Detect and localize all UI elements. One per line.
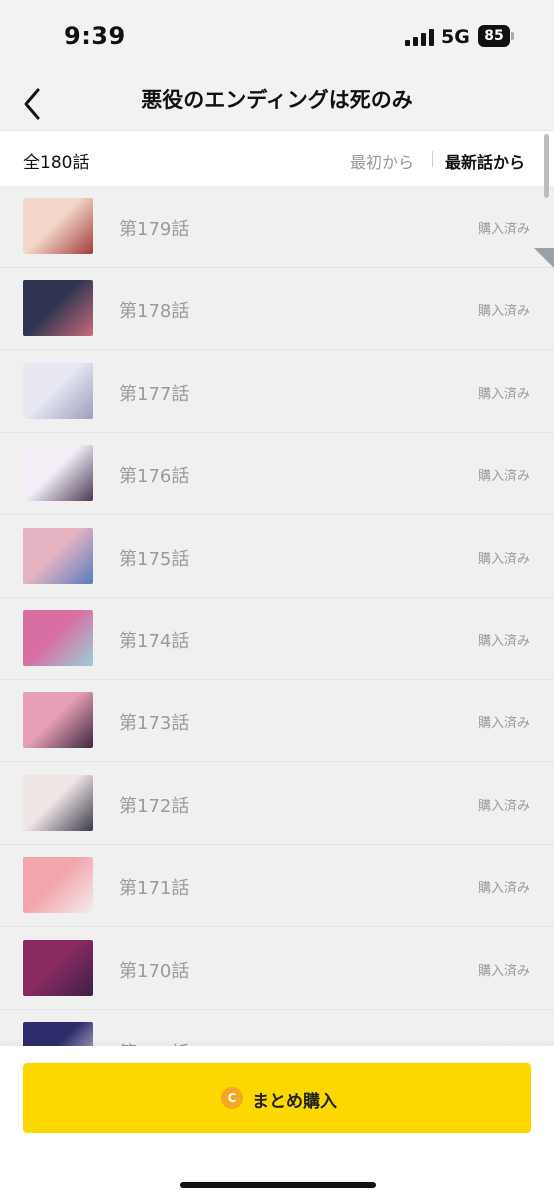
episode-row[interactable]: 第171話 購入済み bbox=[0, 845, 554, 928]
episode-row[interactable]: 第176話 購入済み bbox=[0, 433, 554, 516]
nav-bar: 悪役のエンディングは死のみ bbox=[0, 72, 554, 130]
episode-status: 購入済み bbox=[477, 634, 530, 649]
episode-row[interactable]: 第170話 購入済み bbox=[0, 927, 554, 1010]
episode-thumbnail bbox=[23, 362, 93, 419]
scrollbar[interactable] bbox=[544, 134, 549, 198]
episode-thumbnail bbox=[23, 692, 93, 749]
episode-row[interactable]: 第179話 購入済み bbox=[0, 186, 554, 268]
battery-level: 85 bbox=[478, 25, 510, 47]
episode-title: 第170話 bbox=[119, 960, 190, 982]
episode-status: 購入済み bbox=[477, 881, 530, 897]
episode-row[interactable]: 第173話 購入済み bbox=[0, 680, 554, 763]
episode-status: 購入済み bbox=[477, 222, 530, 237]
episode-status: 購入済み bbox=[477, 469, 530, 485]
status-time: 9:39 bbox=[64, 22, 126, 50]
episode-title: 第179話 bbox=[119, 219, 190, 240]
episode-title: 第178話 bbox=[119, 301, 190, 323]
episode-thumbnail bbox=[23, 774, 93, 831]
chevron-left-icon bbox=[24, 88, 40, 120]
episode-thumbnail bbox=[23, 280, 93, 337]
episode-title: 第175話 bbox=[119, 548, 190, 570]
episode-row[interactable]: 第175話 購入済み bbox=[0, 515, 554, 598]
network-label: 5G bbox=[441, 26, 470, 48]
sort-first-button[interactable]: 最初から bbox=[350, 149, 414, 173]
episode-row[interactable]: 第177話 購入済み bbox=[0, 350, 554, 433]
home-indicator bbox=[180, 1182, 376, 1188]
episode-count: 全180話 bbox=[23, 153, 90, 173]
battery-icon: 85 bbox=[478, 25, 516, 47]
episode-status: 購入済み bbox=[477, 304, 530, 320]
episode-title: 第177話 bbox=[119, 383, 190, 405]
episode-status: 購入済み bbox=[477, 386, 530, 402]
episode-row[interactable]: 第172話 購入済み bbox=[0, 762, 554, 845]
episode-thumbnail bbox=[23, 198, 93, 254]
episode-row[interactable]: 第178話 購入済み bbox=[0, 268, 554, 351]
bottom-bar: C まとめ購入 bbox=[0, 1046, 554, 1199]
sort-divider bbox=[432, 151, 433, 167]
episode-list-screen: 9:39 5G 85 悪役のエンディングは死のみ 全180話 最初から 最新話か… bbox=[0, 0, 554, 1199]
episode-title: 第172話 bbox=[119, 795, 190, 817]
sort-latest-button[interactable]: 最新話から bbox=[445, 149, 525, 173]
bulk-purchase-button[interactable]: C まとめ購入 bbox=[23, 1063, 531, 1133]
coin-icon: C bbox=[221, 1087, 243, 1109]
episode-thumbnail bbox=[23, 857, 93, 914]
episode-title: 第173話 bbox=[119, 713, 190, 735]
sort-row: 全180話 最初から 最新話から bbox=[0, 130, 554, 186]
signal-icon bbox=[405, 28, 435, 46]
episode-status: 購入済み bbox=[477, 963, 530, 979]
episode-title: 第174話 bbox=[119, 631, 190, 652]
episode-row[interactable]: 第174話 購入済み bbox=[0, 598, 554, 680]
episode-status: 購入済み bbox=[477, 798, 530, 814]
bulk-purchase-label: まとめ購入 bbox=[252, 1092, 337, 1112]
episode-list[interactable]: 第179話 購入済み 第178話 購入済み 第177話 購入済み 第176話 購入済み 第175… bbox=[0, 186, 554, 1048]
episode-status: 購入済み bbox=[477, 551, 530, 567]
back-button[interactable] bbox=[14, 78, 54, 122]
episode-thumbnail bbox=[23, 1022, 93, 1048]
episode-title: 第171話 bbox=[119, 878, 190, 900]
episode-thumbnail bbox=[23, 527, 93, 584]
episode-title: 第176話 bbox=[119, 466, 190, 488]
episode-row[interactable]: 第169話購入済み bbox=[0, 1010, 554, 1048]
episode-status: 購入済み bbox=[477, 716, 530, 732]
episode-thumbnail bbox=[23, 939, 93, 996]
page-title: 悪役のエンディングは死のみ bbox=[141, 88, 413, 112]
episode-thumbnail bbox=[23, 610, 93, 666]
status-bar: 9:39 5G 85 bbox=[0, 0, 554, 72]
episode-thumbnail bbox=[23, 445, 93, 502]
page-corner-icon bbox=[534, 248, 554, 268]
